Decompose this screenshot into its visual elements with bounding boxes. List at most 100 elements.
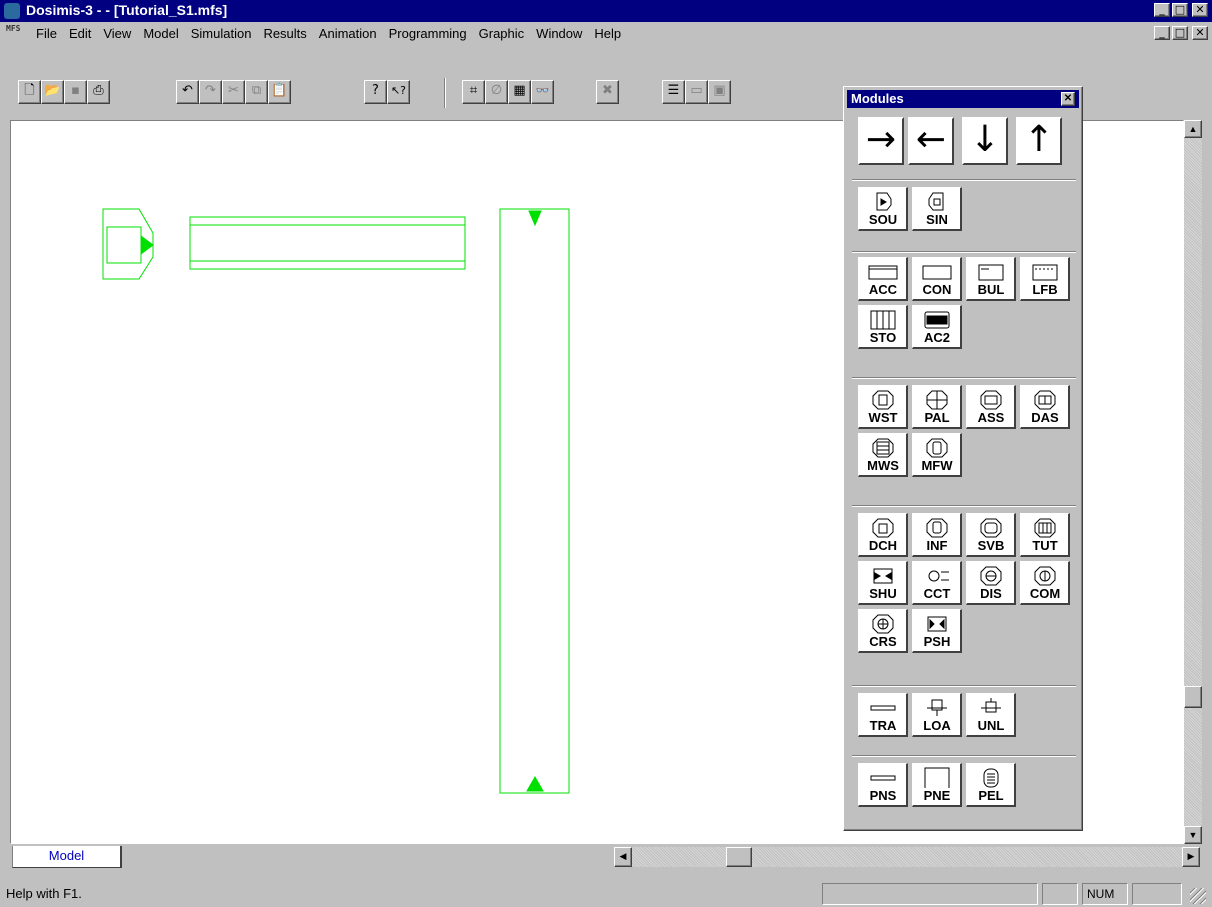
- arrow-left-icon[interactable]: ←: [908, 117, 954, 165]
- palette-separator: [852, 179, 1076, 181]
- menu-help[interactable]: Help: [588, 26, 627, 41]
- line-buffer-icon: [1032, 264, 1058, 281]
- menu-graphic[interactable]: Graphic: [473, 26, 531, 41]
- about-icon[interactable]: ?: [364, 80, 387, 104]
- module-button-dch[interactable]: DCH: [858, 513, 908, 557]
- redo-icon[interactable]: ↷: [199, 80, 222, 104]
- module-button-ac2[interactable]: AC2: [912, 305, 962, 349]
- module-button-cct[interactable]: CCT: [912, 561, 962, 605]
- arrow-up-icon[interactable]: ↑: [1016, 117, 1062, 165]
- svb-icon: [980, 518, 1002, 538]
- module-button-wst[interactable]: WST: [858, 385, 908, 429]
- vertical-conveyor-element[interactable]: [499, 208, 570, 794]
- horizontal-scrollbar[interactable]: ◀ ▶: [614, 847, 1200, 867]
- module-button-com[interactable]: COM: [1020, 561, 1070, 605]
- module-button-shu[interactable]: SHU: [858, 561, 908, 605]
- module-button-ass[interactable]: ASS: [966, 385, 1016, 429]
- find-icon[interactable]: 👓: [531, 80, 554, 104]
- status-help-text: Help with F1.: [6, 886, 82, 901]
- module-button-unl[interactable]: UNL: [966, 693, 1016, 737]
- save-icon[interactable]: ▪: [64, 80, 87, 104]
- module-button-loa[interactable]: LOA: [912, 693, 962, 737]
- menu-simulation[interactable]: Simulation: [185, 26, 258, 41]
- vertical-scrollbar[interactable]: ▲ ▼: [1184, 120, 1202, 844]
- module-label: SOU: [868, 212, 898, 227]
- module-button-tra[interactable]: TRA: [858, 693, 908, 737]
- print-icon[interactable]: ⎙: [87, 80, 110, 104]
- module-label: COM: [1029, 586, 1061, 601]
- menu-window[interactable]: Window: [530, 26, 588, 41]
- source-icon: [876, 192, 892, 211]
- module-button-mfw[interactable]: MFW: [912, 433, 962, 477]
- delete-icon[interactable]: ✖: [596, 80, 619, 104]
- module-button-pne[interactable]: PNE: [912, 763, 962, 807]
- maximize-button[interactable]: □: [1172, 3, 1188, 17]
- module-button-sin[interactable]: SIN: [912, 187, 962, 231]
- module-button-con[interactable]: CON: [912, 257, 962, 301]
- accumulating-conveyor-element[interactable]: [189, 216, 466, 270]
- module-button-inf[interactable]: INF: [912, 513, 962, 557]
- module-button-lfb[interactable]: LFB: [1020, 257, 1070, 301]
- module-button-crs[interactable]: CRS: [858, 609, 908, 653]
- context-help-icon[interactable]: ↖?: [387, 80, 410, 104]
- undo-icon[interactable]: ↶: [176, 80, 199, 104]
- scroll-up-icon[interactable]: ▲: [1184, 120, 1202, 138]
- status-panel-caps: [1042, 883, 1078, 905]
- module-button-sou[interactable]: SOU: [858, 187, 908, 231]
- module-button-psh[interactable]: PSH: [912, 609, 962, 653]
- doc-minimize-button[interactable]: _: [1154, 26, 1170, 40]
- module-button-pal[interactable]: PAL: [912, 385, 962, 429]
- module-button-das[interactable]: DAS: [1020, 385, 1070, 429]
- assembly-icon: [980, 390, 1002, 410]
- new-icon[interactable]: 🗋: [18, 80, 41, 104]
- document-icon[interactable]: MFS: [6, 25, 26, 41]
- close-button[interactable]: ✕: [1192, 3, 1208, 17]
- horizontal-scroll-thumb[interactable]: [726, 847, 752, 867]
- menu-animation[interactable]: Animation: [313, 26, 383, 41]
- scroll-left-icon[interactable]: ◀: [614, 847, 632, 867]
- doc-close-button[interactable]: ✕: [1192, 26, 1208, 40]
- menu-view[interactable]: View: [97, 26, 137, 41]
- modules-close-button[interactable]: ✕: [1061, 92, 1075, 106]
- module-button-pel[interactable]: PEL: [966, 763, 1016, 807]
- list-icon[interactable]: ☰: [662, 80, 685, 104]
- window-icon[interactable]: ▭: [685, 80, 708, 104]
- menu-edit[interactable]: Edit: [63, 26, 97, 41]
- paste-icon[interactable]: 📋: [268, 80, 291, 104]
- disabled-tool-icon[interactable]: ∅: [485, 80, 508, 104]
- module-button-mws[interactable]: MWS: [858, 433, 908, 477]
- object-properties-icon[interactable]: ⌗: [462, 80, 485, 104]
- open-icon[interactable]: 📂: [41, 80, 64, 104]
- arrow-down-icon[interactable]: ↓: [962, 117, 1008, 165]
- vertical-scroll-thumb[interactable]: [1184, 686, 1202, 708]
- source-element[interactable]: [102, 208, 154, 280]
- grid-icon[interactable]: ▦: [508, 80, 531, 104]
- module-button-sto[interactable]: STO: [858, 305, 908, 349]
- menu-programming[interactable]: Programming: [383, 26, 473, 41]
- copy-icon[interactable]: ⧉: [245, 80, 268, 104]
- cross-transfer-icon: [928, 570, 949, 582]
- module-button-tut[interactable]: TUT: [1020, 513, 1070, 557]
- doc-restore-button[interactable]: □: [1172, 26, 1188, 40]
- app-icon[interactable]: [4, 3, 20, 19]
- module-button-dis[interactable]: DIS: [966, 561, 1016, 605]
- module-button-acc[interactable]: ACC: [858, 257, 908, 301]
- picture-icon[interactable]: ▣: [708, 80, 731, 104]
- menu-results[interactable]: Results: [257, 26, 312, 41]
- modules-palette-title-bar[interactable]: Modules ✕: [847, 90, 1079, 108]
- tab-model[interactable]: Model: [12, 846, 122, 868]
- cut-icon[interactable]: ✂: [222, 80, 245, 104]
- scroll-down-icon[interactable]: ▼: [1184, 826, 1202, 844]
- resize-grip-icon[interactable]: [1190, 888, 1206, 904]
- module-button-bul[interactable]: BUL: [966, 257, 1016, 301]
- arrow-right-icon[interactable]: →: [858, 117, 904, 165]
- module-label: PNE: [923, 788, 951, 803]
- accumulator-icon: [868, 265, 898, 280]
- module-button-svb[interactable]: SVB: [966, 513, 1016, 557]
- scroll-right-icon[interactable]: ▶: [1182, 847, 1200, 867]
- module-button-pns[interactable]: PNS: [858, 763, 908, 807]
- menu-model[interactable]: Model: [137, 26, 184, 41]
- minimize-button[interactable]: _: [1154, 3, 1170, 17]
- module-label: PNS: [869, 788, 897, 803]
- menu-file[interactable]: File: [30, 26, 63, 41]
